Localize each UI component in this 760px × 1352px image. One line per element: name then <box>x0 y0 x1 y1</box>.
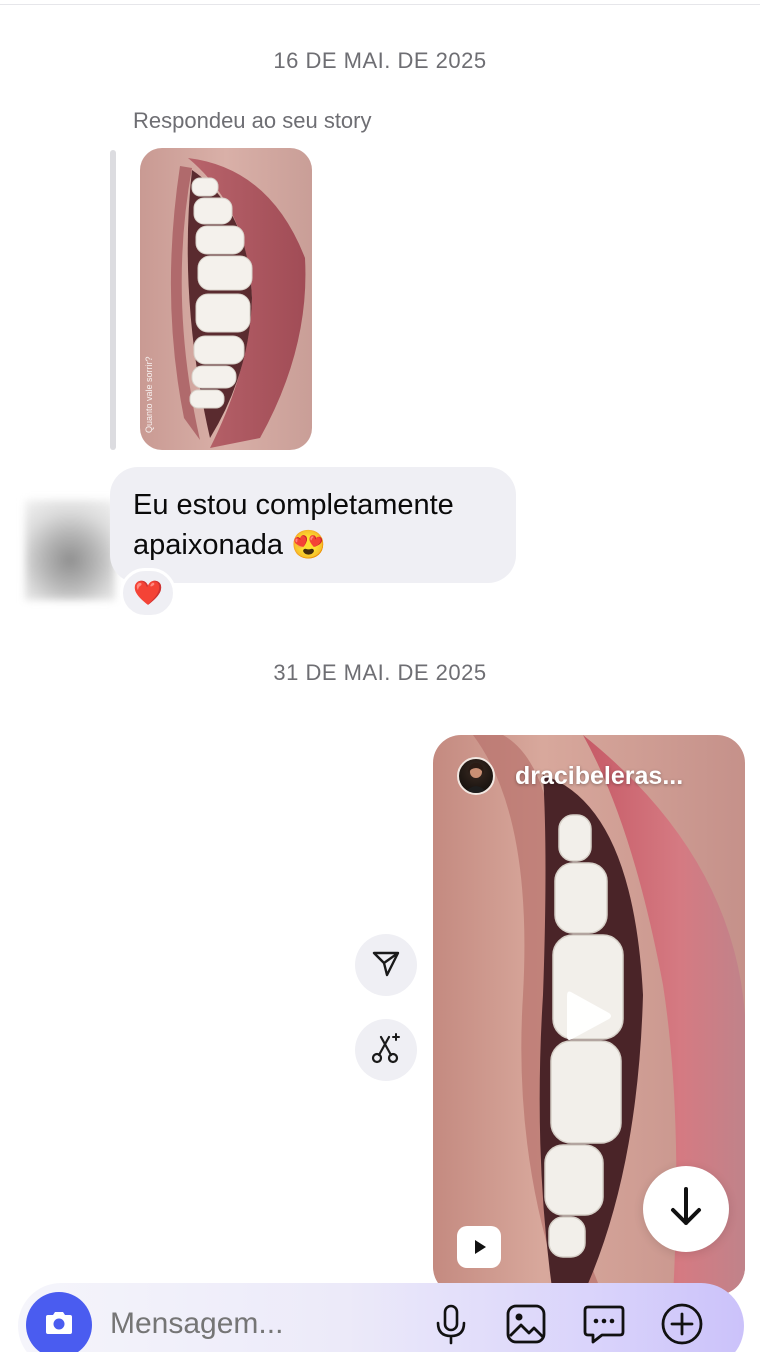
thumbnail-watermark: Quanto vale sorrir? <box>144 356 154 433</box>
microphone-icon <box>433 1303 469 1350</box>
remix-button[interactable] <box>355 1019 417 1081</box>
remix-icon <box>369 1031 403 1070</box>
sticker-icon <box>582 1303 626 1350</box>
share-icon <box>370 947 402 984</box>
message-input[interactable] <box>110 1307 410 1341</box>
story-thumbnail[interactable]: Quanto vale sorrir? <box>140 148 312 450</box>
scroll-to-bottom-button[interactable] <box>643 1166 729 1252</box>
microphone-button[interactable] <box>428 1303 474 1349</box>
plus-icon <box>660 1302 704 1351</box>
incoming-message-bubble[interactable]: Eu estou completamente apaixonada 😍 <box>110 467 516 583</box>
play-icon[interactable] <box>563 988 615 1049</box>
top-divider <box>0 4 760 5</box>
author-name: dracibeleras... <box>515 761 684 790</box>
camera-icon <box>43 1309 75 1342</box>
author-avatar <box>457 757 495 795</box>
heart-eyes-emoji: 😍 <box>291 529 326 560</box>
arrow-down-icon <box>668 1185 704 1234</box>
smile-image: Quanto vale sorrir? <box>140 148 312 450</box>
gallery-button[interactable] <box>503 1303 549 1349</box>
date-separator: 16 DE MAI. DE 2025 <box>273 48 487 73</box>
message-composer <box>18 1283 744 1352</box>
sticker-button[interactable] <box>581 1303 627 1349</box>
story-reply-label: Respondeu ao seu story <box>133 108 372 133</box>
gallery-icon <box>505 1303 547 1350</box>
reply-indicator-bar <box>110 150 116 450</box>
date-separator: 31 DE MAI. DE 2025 <box>273 660 487 685</box>
heart-icon: ❤️ <box>133 579 163 607</box>
sender-avatar[interactable] <box>25 500 115 600</box>
heart-reaction[interactable]: ❤️ <box>120 568 176 618</box>
reel-author[interactable]: dracibeleras... <box>457 757 683 795</box>
reel-icon <box>457 1226 501 1268</box>
camera-button[interactable] <box>26 1292 92 1352</box>
more-options-button[interactable] <box>659 1303 705 1349</box>
share-button[interactable] <box>355 934 417 996</box>
